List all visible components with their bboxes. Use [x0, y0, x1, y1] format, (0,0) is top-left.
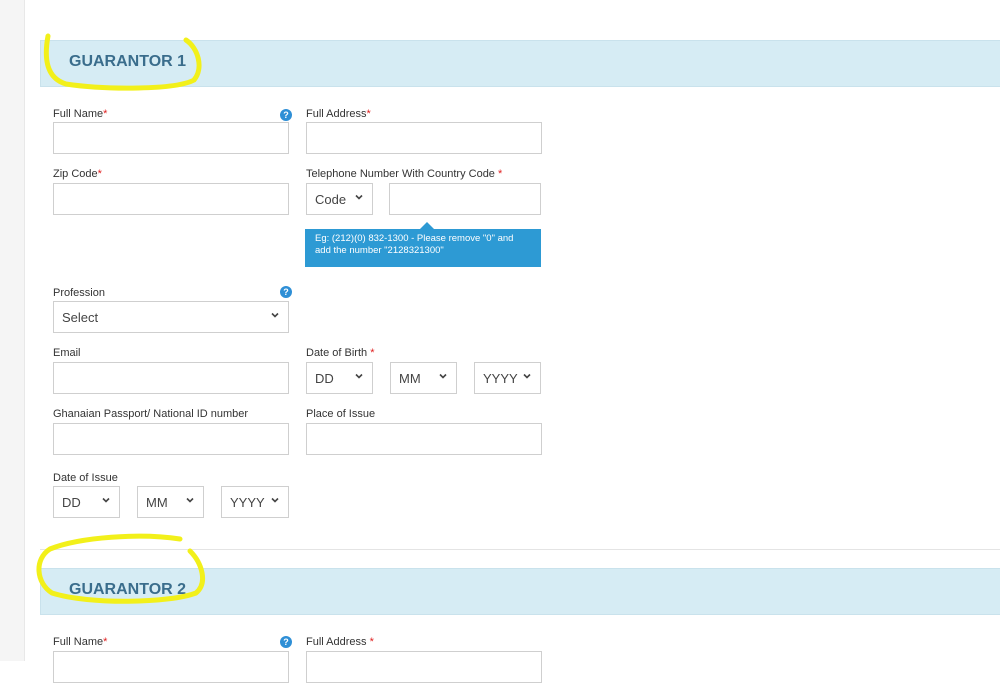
- full-name-label: Full Name*: [53, 108, 108, 120]
- full-address-label: Full Address*: [306, 108, 371, 120]
- full-address-input[interactable]: [306, 122, 542, 154]
- dob-label: Date of Birth *: [306, 347, 375, 359]
- g2-full-name-input[interactable]: [53, 651, 289, 683]
- date-of-issue-label: Date of Issue: [53, 472, 118, 484]
- phone-tooltip: Eg: (212)(0) 832-1300 - Please remove "0…: [305, 222, 541, 267]
- g2-full-address-input[interactable]: [306, 651, 542, 683]
- country-code-select[interactable]: Code: [306, 183, 373, 215]
- guarantor-2-title: GUARANTOR 2: [69, 581, 187, 598]
- dob-month-value: MM: [399, 370, 421, 386]
- dob-year-value: YYYY: [483, 370, 518, 386]
- email-label: Email: [53, 347, 81, 359]
- section-divider: [40, 549, 1000, 550]
- chevron-down-icon: [186, 497, 194, 503]
- place-of-issue-input[interactable]: [306, 423, 542, 455]
- chevron-down-icon: [523, 373, 531, 379]
- guarantor-1-header: GUARANTOR 1: [40, 40, 1000, 87]
- question-circle-icon[interactable]: ?: [280, 636, 292, 648]
- country-code-value: Code: [315, 191, 347, 207]
- phone-number-input[interactable]: [389, 183, 541, 215]
- chevron-down-icon: [102, 497, 110, 503]
- passport-input[interactable]: [53, 423, 289, 455]
- doi-month-select[interactable]: MM: [137, 486, 204, 518]
- question-circle-icon[interactable]: ?: [280, 109, 292, 121]
- doi-day-value: DD: [62, 494, 81, 510]
- chevron-down-icon: [355, 194, 363, 200]
- email-input[interactable]: [53, 362, 289, 394]
- place-of-issue-label: Place of Issue: [306, 408, 376, 420]
- phone-label: Telephone Number With Country Code *: [306, 168, 503, 180]
- chevron-down-icon: [355, 373, 363, 379]
- doi-month-value: MM: [146, 494, 168, 510]
- question-circle-icon[interactable]: ?: [280, 286, 292, 298]
- chevron-down-icon: [439, 373, 447, 379]
- guarantor-1-title: GUARANTOR 1: [69, 53, 187, 70]
- chevron-down-icon: [271, 312, 279, 318]
- profession-value: Select: [62, 309, 99, 325]
- dob-day-select[interactable]: DD: [306, 362, 373, 394]
- chevron-down-icon: [271, 497, 279, 503]
- g2-full-address-label: Full Address *: [306, 636, 374, 648]
- dob-year-select[interactable]: YYYY: [474, 362, 541, 394]
- doi-year-select[interactable]: YYYY: [221, 486, 289, 518]
- passport-label: Ghanaian Passport/ National ID number: [53, 408, 249, 420]
- full-name-input[interactable]: [53, 122, 289, 154]
- profession-label: Profession: [53, 287, 105, 299]
- doi-day-select[interactable]: DD: [53, 486, 120, 518]
- guarantor-2-header: GUARANTOR 2: [40, 568, 1000, 615]
- doi-year-value: YYYY: [230, 494, 265, 510]
- zip-code-input[interactable]: [53, 183, 289, 215]
- dob-day-value: DD: [315, 370, 334, 386]
- dob-month-select[interactable]: MM: [390, 362, 457, 394]
- g2-full-name-label: Full Name*: [53, 636, 108, 648]
- left-rail: [0, 0, 25, 661]
- profession-select[interactable]: Select: [53, 301, 289, 333]
- zip-code-label: Zip Code*: [53, 168, 102, 180]
